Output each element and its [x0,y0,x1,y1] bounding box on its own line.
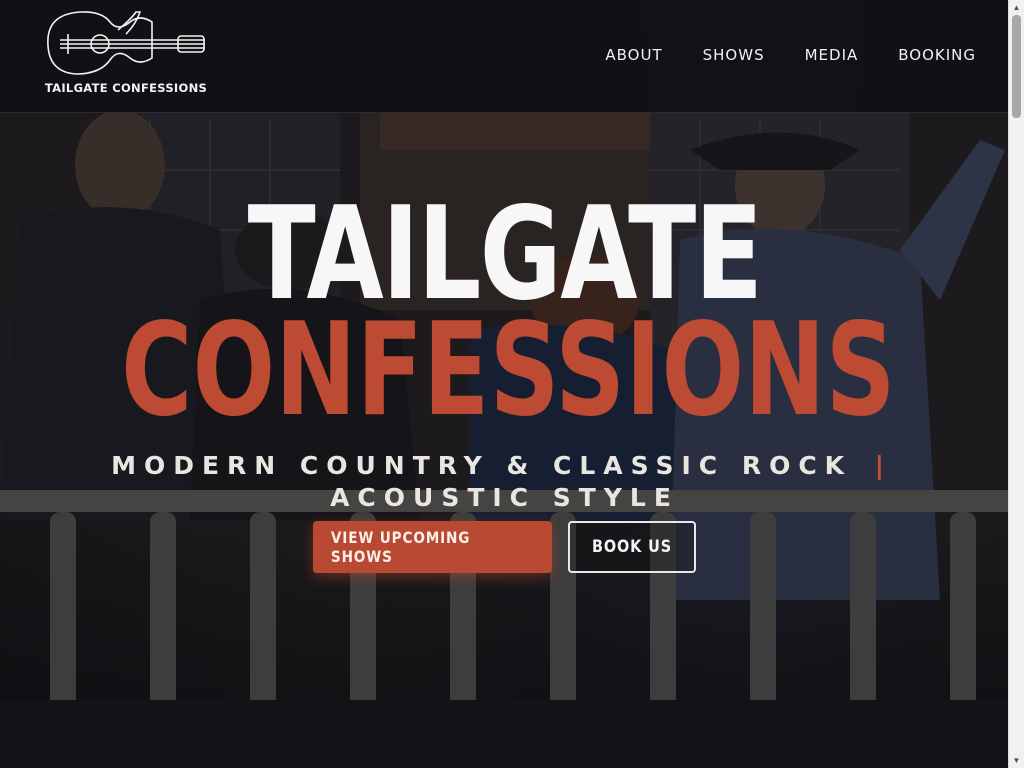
nav-media[interactable]: MEDIA [805,46,859,64]
scroll-up-arrow-icon[interactable]: ▲ [1009,0,1024,15]
hero-tagline: MODERN COUNTRY & CLASSIC ROCK | ACOUSTIC… [0,450,1009,514]
book-us-button[interactable]: BOOK US [568,521,696,573]
main-nav: ABOUT SHOWS MEDIA BOOKING [605,46,976,64]
site-logo[interactable]: TAILGATE CONFESSIONS [40,8,212,100]
nav-about[interactable]: ABOUT [605,46,662,64]
view-upcoming-shows-button[interactable]: VIEW UPCOMING SHOWS [313,521,552,573]
tagline-style: ACOUSTIC STYLE [330,483,679,512]
guitar-logo-icon [47,11,205,75]
view-upcoming-shows-label: VIEW UPCOMING SHOWS [330,528,471,566]
tagline-separator: | [874,451,892,480]
site-header: TAILGATE CONFESSIONS ABOUT SHOWS MEDIA B… [0,0,1009,113]
book-us-label: BOOK US [592,537,672,557]
scroll-down-arrow-icon[interactable]: ▼ [1009,753,1024,768]
nav-shows[interactable]: SHOWS [703,46,765,64]
hero-title-line-2: CONFESSIONS [121,296,896,445]
tagline-genres: MODERN COUNTRY & CLASSIC ROCK [111,451,853,480]
scrollbar-thumb[interactable] [1012,15,1021,118]
page: TAILGATE CONFESSIONS ABOUT SHOWS MEDIA B… [0,0,1024,768]
vertical-scrollbar[interactable]: ▲ ▼ [1008,0,1024,768]
nav-booking[interactable]: BOOKING [898,46,976,64]
logo-text: TAILGATE CONFESSIONS [44,81,208,95]
hero-buttons: VIEW UPCOMING SHOWS BOOK US [0,521,1009,573]
